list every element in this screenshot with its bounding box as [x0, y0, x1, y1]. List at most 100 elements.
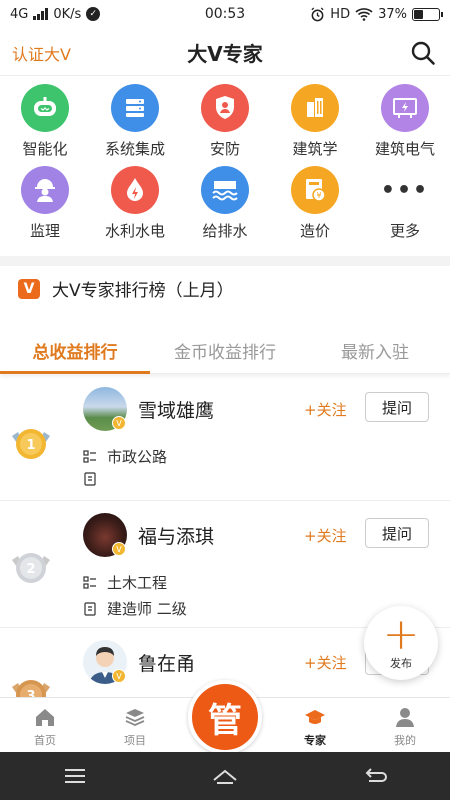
- expert-field: 市政公路: [83, 446, 167, 467]
- check-icon: ✓: [86, 7, 101, 21]
- status-bar: 4G 0K/s ✓ 00:53 HD 37%: [0, 0, 450, 28]
- category-supervision[interactable]: 监理: [0, 166, 90, 248]
- expert-field: 土木工程: [83, 572, 167, 593]
- more-icon: •••: [380, 177, 430, 203]
- worker-icon: [21, 166, 69, 214]
- ranking-title: 大V专家排行榜（上月）: [52, 281, 234, 301]
- category-label: 监理: [29, 222, 60, 240]
- rank-number: 1: [26, 438, 35, 453]
- certificate-label: 建造师 二级: [107, 600, 187, 618]
- verify-big-v-link[interactable]: 认证大V: [12, 41, 71, 65]
- expert-certificate: 建造师 二级: [83, 598, 187, 619]
- category-more[interactable]: ••• 更多: [360, 166, 450, 248]
- system-nav-bar: [0, 752, 450, 800]
- expert-row[interactable]: 1 V 雪域雄鹰 +关注 提问 市政公路: [0, 376, 450, 501]
- silver-medal-icon: 2: [12, 553, 50, 583]
- expert-certificate: [83, 472, 107, 486]
- hd-indicator: HD: [330, 6, 351, 22]
- category-water-supply[interactable]: 给排水: [180, 166, 270, 248]
- category-label: 给排水: [202, 222, 248, 240]
- category-list-icon: [83, 575, 96, 589]
- back-icon[interactable]: [360, 764, 390, 788]
- robot-icon: [21, 84, 69, 132]
- guan-center-button[interactable]: 管: [188, 680, 262, 754]
- verified-v-icon: V: [112, 669, 126, 683]
- category-smart[interactable]: 智能化: [0, 84, 90, 166]
- wifi-icon: [355, 8, 373, 21]
- cost-icon: ¥: [291, 166, 339, 214]
- nav-experts[interactable]: 专家: [270, 698, 360, 752]
- ranking-header: V 大V专家排行榜（上月）: [18, 276, 234, 301]
- signal-icon: [33, 8, 49, 20]
- category-grid: 智能化 系统集成 安防 建筑学 建筑电气 监理 水利水电 给排水 ¥ 造价 ••…: [0, 84, 450, 248]
- category-cost[interactable]: ¥ 造价: [270, 166, 360, 248]
- plus-icon: +: [382, 609, 420, 660]
- ask-button[interactable]: 提问: [365, 518, 429, 548]
- search-icon[interactable]: [410, 40, 436, 66]
- section-divider: [0, 256, 450, 266]
- expert-name[interactable]: 鲁在甬: [138, 649, 195, 676]
- follow-button[interactable]: +关注: [304, 652, 347, 673]
- waves-icon: [201, 166, 249, 214]
- nav-projects[interactable]: 项目: [90, 698, 180, 752]
- follow-button[interactable]: +关注: [304, 525, 347, 546]
- category-label: 建筑学: [292, 140, 338, 158]
- expert-name[interactable]: 福与添琪: [138, 522, 214, 549]
- bronze-medal-icon: 3: [12, 680, 50, 697]
- field-label: 土木工程: [107, 574, 168, 592]
- ranking-tabs: 总收益排行 金币收益排行 最新入驻: [0, 328, 450, 374]
- network-speed: 0K/s: [53, 6, 82, 22]
- gold-medal-icon: 1: [12, 429, 50, 459]
- shield-icon: [201, 84, 249, 132]
- category-label: 造价: [299, 222, 330, 240]
- home-icon: [36, 709, 54, 726]
- nav-profile[interactable]: 我的: [360, 698, 450, 752]
- nav-label: 我的: [394, 734, 416, 747]
- category-building-electric[interactable]: 建筑电气: [360, 84, 450, 166]
- category-label: 安防: [209, 140, 240, 158]
- water-drop-icon: [111, 166, 159, 214]
- verified-v-icon: V: [112, 542, 126, 556]
- category-label: 系统集成: [104, 140, 165, 158]
- field-label: 市政公路: [107, 448, 168, 466]
- category-security[interactable]: 安防: [180, 84, 270, 166]
- battery-percent: 37%: [378, 6, 407, 22]
- nav-label: 专家: [304, 734, 326, 747]
- nav-label: 首页: [34, 734, 56, 747]
- nav-label: 项目: [124, 734, 146, 747]
- tab-newest[interactable]: 最新入驻: [300, 328, 450, 373]
- page-title: 大V专家: [187, 42, 263, 66]
- electric-panel-icon: [381, 84, 429, 132]
- alarm-icon: [311, 6, 324, 21]
- nav-home[interactable]: 首页: [0, 698, 90, 752]
- big-v-badge-icon: V: [18, 278, 40, 299]
- category-architecture[interactable]: 建筑学: [270, 84, 360, 166]
- menu-icon[interactable]: [60, 764, 90, 788]
- category-label: 建筑电气: [374, 140, 435, 158]
- app-header: 认证大V 大V专家: [0, 30, 450, 76]
- network-type: 4G: [10, 6, 29, 22]
- certificate-icon: [84, 601, 96, 616]
- publish-button[interactable]: + 发布: [364, 606, 438, 680]
- graduation-cap-icon: [305, 710, 325, 724]
- battery-icon: [412, 7, 443, 21]
- category-label: 智能化: [22, 140, 68, 158]
- category-label: 水利水电: [104, 222, 165, 240]
- home-nav-icon[interactable]: [210, 764, 240, 788]
- layers-icon: [125, 709, 145, 726]
- user-icon: [396, 708, 414, 727]
- follow-button[interactable]: +关注: [304, 399, 347, 420]
- ask-button[interactable]: 提问: [365, 392, 429, 422]
- building-icon: [291, 84, 339, 132]
- svg-text:¥: ¥: [316, 191, 321, 200]
- certificate-icon: [84, 472, 96, 486]
- tab-total-earnings[interactable]: 总收益排行: [0, 328, 150, 374]
- tab-coin-earnings[interactable]: 金币收益排行: [150, 328, 300, 373]
- category-label: 更多: [389, 222, 420, 240]
- category-list-icon: [83, 449, 96, 463]
- category-hydropower[interactable]: 水利水电: [90, 166, 180, 248]
- expert-name[interactable]: 雪域雄鹰: [138, 396, 214, 423]
- server-icon: [111, 84, 159, 132]
- verified-v-icon: V: [112, 416, 126, 430]
- category-system-integration[interactable]: 系统集成: [90, 84, 180, 166]
